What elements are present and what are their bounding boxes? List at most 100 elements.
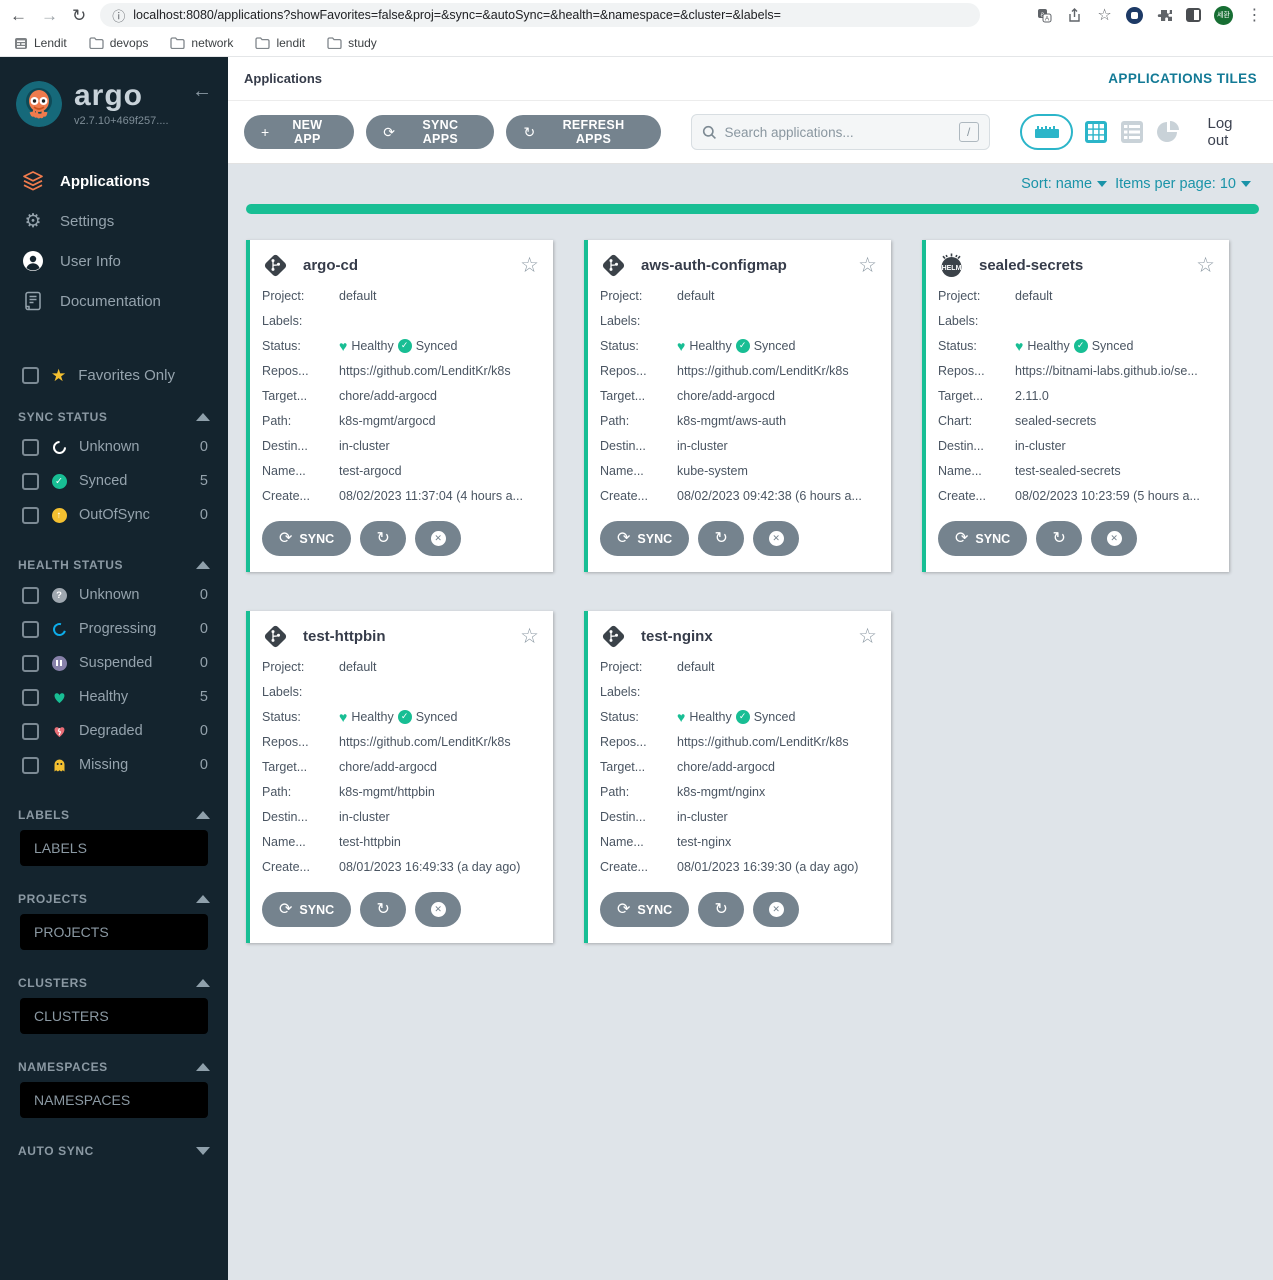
filter-health-missing[interactable]: Missing 0 (0, 748, 228, 782)
sync-apps-button[interactable]: ⟳ SYNC APPS (366, 115, 495, 149)
card-refresh-button[interactable]: ↻ (698, 521, 745, 556)
filter-health-progressing[interactable]: Progressing 0 (0, 612, 228, 646)
sidebar-item-user-info[interactable]: User Info (0, 241, 228, 281)
application-card[interactable]: test-httpbin ☆ Project: default Labels: S… (246, 611, 553, 943)
card-sync-button[interactable]: ⟳ SYNC (600, 892, 690, 927)
namespaces-section-header[interactable]: NAMESPACES (18, 1060, 210, 1074)
card-refresh-button[interactable]: ↻ (698, 892, 745, 927)
list-view-icon[interactable] (1121, 121, 1144, 143)
card-sync-button[interactable]: ⟳ SYNC (262, 892, 352, 927)
logout-button[interactable]: Log out (1207, 115, 1257, 149)
card-delete-button[interactable]: ✕ (1091, 521, 1138, 556)
bookmark-folder[interactable]: lendit (255, 36, 305, 50)
favorite-star-icon[interactable]: ☆ (1196, 255, 1215, 276)
projects-filter-input[interactable] (20, 914, 208, 950)
side-panel-icon[interactable] (1186, 8, 1201, 22)
card-refresh-button[interactable]: ↻ (360, 892, 407, 927)
favorites-only-filter[interactable]: ★ Favorites Only (22, 367, 212, 384)
sidebar-item-documentation[interactable]: Documentation (0, 281, 228, 321)
summary-pie-icon[interactable] (1157, 121, 1180, 143)
filter-sync-outofsync[interactable]: ↑ OutOfSync 0 (0, 498, 228, 532)
checkbox[interactable] (22, 654, 39, 672)
filter-health-healthy[interactable]: Healthy 5 (0, 680, 228, 714)
application-card[interactable]: argo-cd ☆ Project: default Labels: Status… (246, 240, 553, 572)
new-app-button[interactable]: + NEW APP (244, 115, 355, 149)
sidebar-item-settings[interactable]: ⚙ Settings (0, 201, 228, 241)
checkbox[interactable] (22, 756, 39, 774)
tiles-view-icon[interactable] (1085, 121, 1108, 143)
checkbox[interactable] (22, 506, 39, 524)
card-refresh-button[interactable]: ↻ (360, 521, 407, 556)
sync-status-label[interactable]: Synced (754, 710, 796, 724)
card-delete-button[interactable]: ✕ (415, 892, 462, 927)
collapse-down-icon[interactable] (196, 1147, 210, 1155)
checkbox[interactable] (22, 472, 39, 490)
filter-health-unknown[interactable]: ? Unknown 0 (0, 578, 228, 612)
card-refresh-button[interactable]: ↻ (1036, 521, 1083, 556)
extension-badge-icon[interactable] (1126, 6, 1143, 24)
health-status-section-header[interactable]: HEALTH STATUS (18, 558, 210, 572)
address-bar[interactable]: ⓘ localhost:8080/applications?showFavori… (100, 3, 981, 27)
collapse-up-icon[interactable] (196, 979, 210, 987)
sort-dropdown[interactable]: Sort: name (1021, 176, 1111, 192)
sync-status-label[interactable]: Synced (1092, 339, 1134, 353)
filter-sync-synced[interactable]: ✓ Synced 5 (0, 464, 228, 498)
site-info-icon[interactable]: ⓘ (112, 6, 125, 25)
collapse-up-icon[interactable] (196, 413, 210, 421)
compact-view-toggle[interactable] (1019, 114, 1074, 150)
checkbox[interactable] (22, 688, 39, 706)
items-per-page-dropdown[interactable]: Items per page: 10 (1115, 176, 1255, 192)
favorite-star-icon[interactable]: ☆ (858, 626, 877, 647)
filter-health-suspended[interactable]: Suspended 0 (0, 646, 228, 680)
health-status-label[interactable]: Healthy (351, 339, 393, 353)
extensions-puzzle-icon[interactable] (1156, 7, 1173, 24)
sidebar-item-applications[interactable]: Applications (0, 161, 228, 201)
favorites-checkbox[interactable] (22, 367, 39, 384)
filter-health-degraded[interactable]: Degraded 0 (0, 714, 228, 748)
card-delete-button[interactable]: ✕ (753, 521, 800, 556)
auto-sync-section-header[interactable]: AUTO SYNC (18, 1144, 210, 1158)
labels-section-header[interactable]: LABELS (18, 808, 210, 822)
translate-icon[interactable]: aA (1036, 7, 1053, 24)
card-sync-button[interactable]: ⟳ SYNC (262, 521, 352, 556)
health-status-label[interactable]: Healthy (689, 710, 731, 724)
refresh-apps-button[interactable]: ↻ REFRESH APPS (506, 115, 661, 149)
filter-sync-unknown[interactable]: Unknown 0 (0, 430, 228, 464)
collapse-up-icon[interactable] (196, 811, 210, 819)
namespaces-filter-input[interactable] (20, 1082, 208, 1118)
card-delete-button[interactable]: ✕ (753, 892, 800, 927)
bookmark-star-icon[interactable]: ☆ (1096, 7, 1113, 24)
bookmark-folder[interactable]: network (170, 36, 233, 50)
sidebar-collapse-icon[interactable]: ← (192, 81, 212, 127)
collapse-up-icon[interactable] (196, 561, 210, 569)
bookmark-folder[interactable]: devops (89, 36, 148, 50)
health-status-label[interactable]: Healthy (689, 339, 731, 353)
labels-filter-input[interactable] (20, 830, 208, 866)
bookmark-folder[interactable]: study (327, 36, 377, 50)
card-sync-button[interactable]: ⟳ SYNC (600, 521, 690, 556)
checkbox[interactable] (22, 438, 39, 456)
browser-forward-icon[interactable]: → (41, 7, 58, 24)
application-card[interactable]: aws-auth-configmap ☆ Project: default Lab… (584, 240, 891, 572)
sync-status-label[interactable]: Synced (416, 339, 458, 353)
favorite-star-icon[interactable]: ☆ (520, 255, 539, 276)
profile-avatar[interactable]: 세환 (1214, 5, 1233, 25)
projects-section-header[interactable]: PROJECTS (18, 892, 210, 906)
checkbox[interactable] (22, 620, 39, 638)
search-input[interactable] (724, 124, 951, 140)
sync-status-label[interactable]: Synced (416, 710, 458, 724)
card-sync-button[interactable]: ⟳ SYNC (938, 521, 1028, 556)
clusters-section-header[interactable]: CLUSTERS (18, 976, 210, 990)
application-card[interactable]: test-nginx ☆ Project: default Labels: Sta… (584, 611, 891, 943)
bookmark-item[interactable]: Lendit (14, 36, 67, 50)
browser-back-icon[interactable]: ← (10, 7, 27, 24)
clusters-filter-input[interactable] (20, 998, 208, 1034)
collapse-up-icon[interactable] (196, 895, 210, 903)
favorite-star-icon[interactable]: ☆ (520, 626, 539, 647)
health-status-label[interactable]: Healthy (1027, 339, 1069, 353)
health-status-label[interactable]: Healthy (351, 710, 393, 724)
card-delete-button[interactable]: ✕ (415, 521, 462, 556)
view-title[interactable]: APPLICATIONS TILES (1108, 71, 1257, 86)
checkbox[interactable] (22, 722, 39, 740)
favorite-star-icon[interactable]: ☆ (858, 255, 877, 276)
